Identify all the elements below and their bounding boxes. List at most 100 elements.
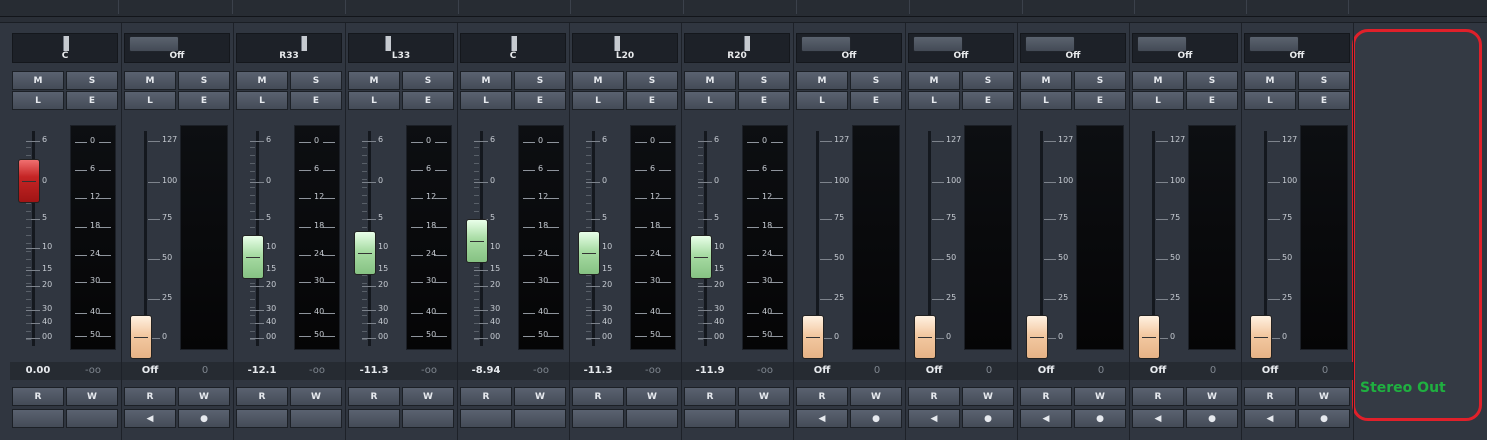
empty-button[interactable]: [348, 409, 400, 428]
record-icon[interactable]: ●: [850, 409, 902, 428]
write-automation-button[interactable]: W: [1074, 387, 1126, 406]
pan-control[interactable]: C: [460, 33, 566, 63]
solo-button[interactable]: S: [178, 71, 230, 90]
pan-control[interactable]: C: [12, 33, 118, 63]
pan-control[interactable]: R33: [236, 33, 342, 63]
volume-value[interactable]: -8.94: [462, 365, 510, 376]
solo-button[interactable]: S: [1074, 71, 1126, 90]
fader-cap[interactable]: [1138, 315, 1160, 359]
peak-value[interactable]: 0: [182, 365, 228, 376]
pan-knob[interactable]: [744, 36, 750, 51]
pan-control[interactable]: Off: [1132, 33, 1238, 63]
record-icon[interactable]: ●: [1186, 409, 1238, 428]
volume-value[interactable]: Off: [1134, 365, 1182, 376]
write-automation-button[interactable]: W: [290, 387, 342, 406]
mute-button[interactable]: M: [1020, 71, 1072, 90]
listen-button[interactable]: L: [684, 91, 736, 110]
monitor-icon[interactable]: ◀: [1244, 409, 1296, 428]
monitor-icon[interactable]: ◀: [1020, 409, 1072, 428]
volume-value[interactable]: Off: [126, 365, 174, 376]
pan-control[interactable]: Off: [908, 33, 1014, 63]
pan-slider-bar[interactable]: [1249, 36, 1299, 52]
pan-control[interactable]: Off: [124, 33, 230, 63]
mute-button[interactable]: M: [236, 71, 288, 90]
monitor-icon[interactable]: ◀: [796, 409, 848, 428]
fader-cap[interactable]: [354, 231, 376, 275]
write-automation-button[interactable]: W: [66, 387, 118, 406]
fader-track[interactable]: [1152, 131, 1155, 346]
pan-knob[interactable]: [511, 36, 517, 51]
empty-button[interactable]: [684, 409, 736, 428]
fader-cap[interactable]: [466, 219, 488, 263]
peak-value[interactable]: -oo: [294, 365, 340, 376]
read-automation-button[interactable]: R: [908, 387, 960, 406]
write-automation-button[interactable]: W: [1186, 387, 1238, 406]
write-automation-button[interactable]: W: [1298, 387, 1350, 406]
fader-cap[interactable]: [1250, 315, 1272, 359]
write-automation-button[interactable]: W: [962, 387, 1014, 406]
volume-value[interactable]: Off: [1022, 365, 1070, 376]
volume-value[interactable]: -11.3: [350, 365, 398, 376]
edit-button[interactable]: E: [1186, 91, 1238, 110]
fader-track[interactable]: [144, 131, 147, 346]
pan-control[interactable]: L33: [348, 33, 454, 63]
solo-button[interactable]: S: [850, 71, 902, 90]
read-automation-button[interactable]: R: [124, 387, 176, 406]
pan-slider-bar[interactable]: [913, 36, 963, 52]
pan-knob[interactable]: [301, 36, 307, 51]
peak-value[interactable]: 0: [854, 365, 900, 376]
edit-button[interactable]: E: [66, 91, 118, 110]
peak-value[interactable]: -oo: [70, 365, 116, 376]
mute-button[interactable]: M: [348, 71, 400, 90]
mute-button[interactable]: M: [684, 71, 736, 90]
record-icon[interactable]: ●: [1074, 409, 1126, 428]
peak-value[interactable]: -oo: [518, 365, 564, 376]
pan-knob[interactable]: [385, 36, 391, 51]
empty-button[interactable]: [514, 409, 566, 428]
solo-button[interactable]: S: [738, 71, 790, 90]
monitor-icon[interactable]: ◀: [124, 409, 176, 428]
record-icon[interactable]: ●: [962, 409, 1014, 428]
empty-button[interactable]: [236, 409, 288, 428]
empty-button[interactable]: [738, 409, 790, 428]
solo-button[interactable]: S: [66, 71, 118, 90]
read-automation-button[interactable]: R: [684, 387, 736, 406]
listen-button[interactable]: L: [796, 91, 848, 110]
pan-knob[interactable]: [63, 36, 69, 51]
edit-button[interactable]: E: [514, 91, 566, 110]
solo-button[interactable]: S: [962, 71, 1014, 90]
pan-slider-bar[interactable]: [1025, 36, 1075, 52]
pan-control[interactable]: R20: [684, 33, 790, 63]
volume-value[interactable]: 0.00: [14, 365, 62, 376]
listen-button[interactable]: L: [12, 91, 64, 110]
read-automation-button[interactable]: R: [1132, 387, 1184, 406]
fader-cap[interactable]: [18, 159, 40, 203]
pan-knob[interactable]: [614, 36, 620, 51]
mute-button[interactable]: M: [1132, 71, 1184, 90]
fader-track[interactable]: [816, 131, 819, 346]
pan-control[interactable]: L20: [572, 33, 678, 63]
fader-cap[interactable]: [242, 235, 264, 279]
solo-button[interactable]: S: [626, 71, 678, 90]
volume-value[interactable]: Off: [1246, 365, 1294, 376]
monitor-icon[interactable]: ◀: [1132, 409, 1184, 428]
fader-track[interactable]: [928, 131, 931, 346]
read-automation-button[interactable]: R: [1020, 387, 1072, 406]
listen-button[interactable]: L: [908, 91, 960, 110]
empty-button[interactable]: [12, 409, 64, 428]
solo-button[interactable]: S: [1186, 71, 1238, 90]
peak-value[interactable]: 0: [1302, 365, 1348, 376]
pan-slider-bar[interactable]: [129, 36, 179, 52]
empty-button[interactable]: [290, 409, 342, 428]
edit-button[interactable]: E: [178, 91, 230, 110]
fader-cap[interactable]: [1026, 315, 1048, 359]
fader-cap[interactable]: [130, 315, 152, 359]
peak-value[interactable]: 0: [1078, 365, 1124, 376]
write-automation-button[interactable]: W: [626, 387, 678, 406]
edit-button[interactable]: E: [1074, 91, 1126, 110]
edit-button[interactable]: E: [402, 91, 454, 110]
pan-slider-bar[interactable]: [801, 36, 851, 52]
read-automation-button[interactable]: R: [460, 387, 512, 406]
solo-button[interactable]: S: [514, 71, 566, 90]
record-icon[interactable]: ●: [1298, 409, 1350, 428]
